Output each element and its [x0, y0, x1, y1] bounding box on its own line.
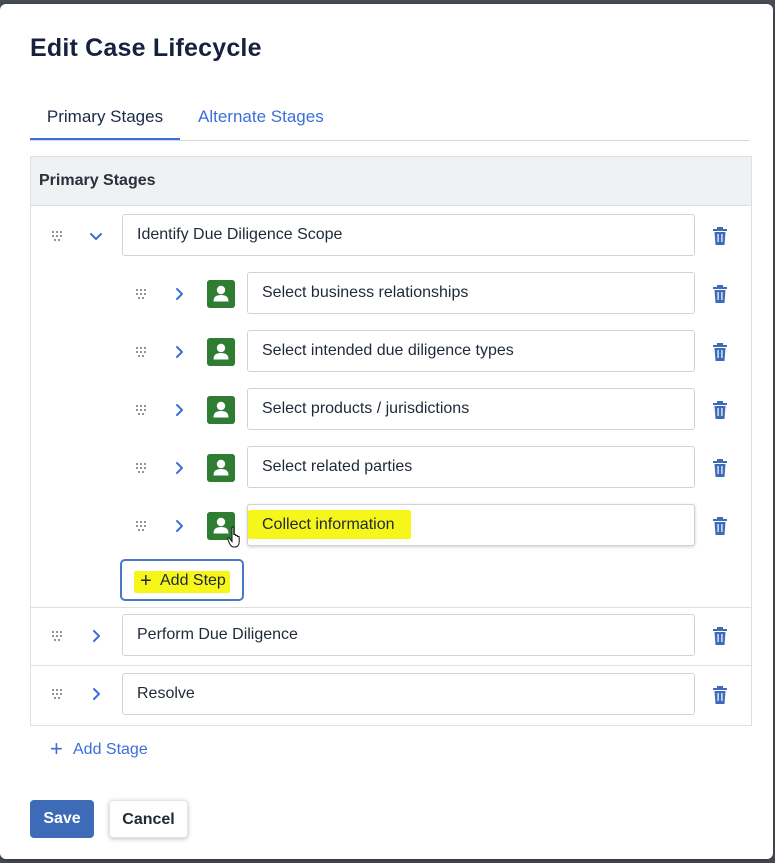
chevron-right-icon[interactable] — [171, 460, 187, 476]
stage-name-field[interactable]: Resolve — [122, 673, 695, 715]
trash-icon[interactable] — [712, 686, 728, 704]
save-button[interactable]: Save — [30, 800, 94, 838]
step-name-field[interactable]: Select intended due diligence types — [247, 330, 695, 372]
step-name-field[interactable]: Select related parties — [247, 446, 695, 488]
table-header: Primary Stages — [31, 157, 751, 206]
chevron-right-icon[interactable] — [171, 518, 187, 534]
plus-icon: + — [50, 736, 63, 761]
person-icon — [207, 280, 235, 308]
stage-name-value: Identify Due Diligence Scope — [137, 226, 343, 243]
step-name-field[interactable]: Select products / jurisdictions — [247, 388, 695, 430]
chevron-right-icon[interactable] — [171, 344, 187, 360]
person-icon — [207, 338, 235, 366]
trash-icon[interactable] — [712, 459, 728, 477]
person-icon — [207, 396, 235, 424]
step-drag-handle-icon[interactable] — [136, 517, 146, 535]
stage-name-value: Perform Due Diligence — [137, 626, 298, 643]
step-name-field[interactable]: Collect information — [247, 504, 695, 546]
trash-icon[interactable] — [712, 627, 728, 645]
step-drag-handle-icon[interactable] — [136, 285, 146, 303]
drag-handle-icon[interactable] — [52, 227, 62, 245]
edit-case-lifecycle-dialog: Edit Case Lifecycle Primary Stages Alter… — [0, 4, 773, 859]
chevron-down-icon[interactable] — [88, 228, 104, 244]
step-name-value: Collect information — [248, 510, 411, 539]
add-step-label: Add Step — [160, 572, 226, 589]
person-icon — [207, 454, 235, 482]
add-stage-label: Add Stage — [73, 741, 148, 758]
trash-icon[interactable] — [712, 517, 728, 535]
plus-icon: + — [140, 570, 152, 592]
stage-name-value: Resolve — [137, 685, 195, 702]
chevron-right-icon[interactable] — [171, 286, 187, 302]
add-step-button[interactable]: + Add Step — [120, 559, 244, 601]
tab-alternate-stages[interactable]: Alternate Stages — [198, 96, 324, 138]
stage-name-field[interactable]: Perform Due Diligence — [122, 614, 695, 656]
chevron-right-icon[interactable] — [88, 686, 104, 702]
tab-primary-stages[interactable]: Primary Stages — [30, 96, 180, 140]
stage-tabs: Primary Stages Alternate Stages — [30, 96, 750, 141]
trash-icon[interactable] — [712, 401, 728, 419]
chevron-right-icon[interactable] — [88, 628, 104, 644]
primary-stages-table: Primary Stages Identify Due Diligence Sc… — [30, 156, 752, 726]
chevron-right-icon[interactable] — [171, 402, 187, 418]
step-drag-handle-icon[interactable] — [136, 459, 146, 477]
drag-handle-icon[interactable] — [52, 685, 62, 703]
step-drag-handle-icon[interactable] — [136, 401, 146, 419]
step-name-field[interactable]: Select business relationships — [247, 272, 695, 314]
row-divider — [31, 607, 751, 608]
step-drag-handle-icon[interactable] — [136, 343, 146, 361]
step-name-value: Select related parties — [262, 458, 413, 475]
row-divider — [31, 665, 751, 666]
drag-handle-icon[interactable] — [52, 627, 62, 645]
step-name-value: Select products / jurisdictions — [262, 400, 470, 417]
table-header-label: Primary Stages — [39, 172, 156, 189]
dialog-title: Edit Case Lifecycle — [30, 34, 262, 62]
cancel-button[interactable]: Cancel — [109, 800, 188, 838]
hand-cursor-icon — [227, 526, 240, 548]
trash-icon[interactable] — [712, 227, 728, 245]
stage-name-field[interactable]: Identify Due Diligence Scope — [122, 214, 695, 256]
step-name-value: Select business relationships — [262, 284, 469, 301]
trash-icon[interactable] — [712, 343, 728, 361]
trash-icon[interactable] — [712, 285, 728, 303]
step-name-value: Select intended due diligence types — [262, 342, 514, 359]
